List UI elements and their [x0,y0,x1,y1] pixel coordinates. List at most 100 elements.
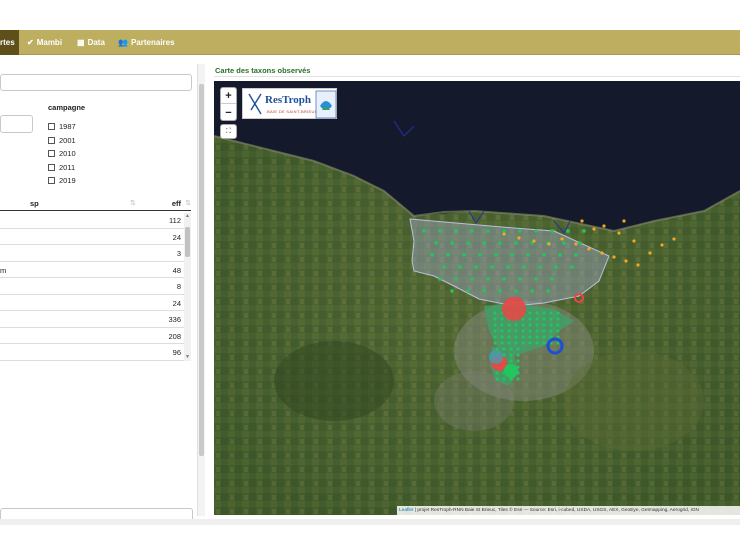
point-green[interactable] [507,341,511,345]
point-green[interactable] [514,341,518,345]
point-green[interactable] [493,317,497,321]
table-row[interactable]: 8 [0,278,191,295]
point-green[interactable] [516,377,520,381]
map-canvas[interactable] [214,81,740,515]
point-green[interactable] [549,317,553,321]
point-green[interactable] [528,311,532,315]
point-green[interactable] [493,341,497,345]
point-green[interactable] [486,229,490,233]
point-orange[interactable] [612,255,616,259]
point-green[interactable] [438,277,442,281]
point-green[interactable] [438,229,442,233]
campagne-checkbox-2011[interactable]: 2011 [48,163,75,172]
sort-icon[interactable]: ⇅ [185,199,191,207]
leaflet-link[interactable]: Leaflet [399,508,413,513]
campagne-checkbox-2019[interactable]: 2019 [48,176,76,185]
point-green[interactable] [482,241,486,245]
nav-item-data[interactable]: ▦ Data [77,30,105,55]
point-green[interactable] [549,311,553,315]
scroll-up-icon[interactable]: ▲ [184,213,191,220]
point-green[interactable] [506,265,510,269]
point-green[interactable] [510,253,514,257]
marker-large-red[interactable] [502,297,526,321]
point-green[interactable] [518,229,522,233]
fullscreen-button[interactable]: ⛶ [220,124,237,139]
table-row[interactable]: m 48 [0,262,191,278]
table-row[interactable]: 3 [0,245,191,262]
point-green[interactable] [526,253,530,257]
point-green[interactable] [474,265,478,269]
marker-green-blob[interactable] [504,364,518,378]
point-green[interactable] [582,229,586,233]
point-green[interactable] [450,241,454,245]
point-green[interactable] [528,323,532,327]
campagne-checkbox-1987[interactable]: 1987 [48,122,76,131]
table-scroll-thumb[interactable] [185,227,190,257]
point-green[interactable] [528,317,532,321]
point-green[interactable] [538,265,542,269]
scroll-down-icon[interactable]: ▼ [184,354,191,361]
point-green[interactable] [454,277,458,281]
col-header-sp[interactable]: sp [30,199,39,208]
table-row[interactable]: 24 [0,229,191,245]
point-green[interactable] [502,277,506,281]
point-green[interactable] [514,289,518,293]
point-green[interactable] [514,335,518,339]
point-green[interactable] [535,311,539,315]
point-green[interactable] [514,241,518,245]
point-green[interactable] [450,289,454,293]
table-scrollbar[interactable]: ▲ ▼ [184,213,191,361]
point-green[interactable] [516,347,520,351]
panel-scroll-thumb[interactable] [199,84,204,456]
point-green[interactable] [522,265,526,269]
point-green[interactable] [556,311,560,315]
point-green[interactable] [482,289,486,293]
marker-blue-ring[interactable] [546,337,564,355]
point-green[interactable] [556,317,560,321]
zoom-in-button[interactable]: + [221,88,236,104]
point-green[interactable] [434,241,438,245]
point-green[interactable] [535,341,539,345]
point-green[interactable] [466,289,470,293]
point-green[interactable] [500,341,504,345]
point-orange[interactable] [624,259,628,263]
col-header-eff[interactable]: eff [172,199,181,208]
point-green[interactable] [542,329,546,333]
campagne-checkbox-2010[interactable]: 2010 [48,149,76,158]
point-green[interactable] [507,323,511,327]
point-green[interactable] [495,371,499,375]
nav-item-cartes[interactable]: rtes [0,30,19,55]
point-green[interactable] [566,229,570,233]
point-green[interactable] [498,289,502,293]
numeric-input[interactable] [0,115,33,133]
point-green[interactable] [518,277,522,281]
point-green[interactable] [470,277,474,281]
point-green[interactable] [546,289,550,293]
table-row[interactable]: 96 [0,344,191,361]
point-green[interactable] [466,241,470,245]
point-green[interactable] [556,323,560,327]
table-row[interactable]: 112 [0,212,191,229]
point-green[interactable] [528,335,532,339]
point-green[interactable] [554,265,558,269]
point-green[interactable] [509,353,513,357]
point-green[interactable] [521,335,525,339]
point-green[interactable] [558,253,562,257]
point-green[interactable] [509,347,513,351]
point-green[interactable] [498,241,502,245]
point-green[interactable] [542,335,546,339]
campagne-checkbox-2001[interactable]: 2001 [48,136,76,145]
point-green[interactable] [500,329,504,333]
point-green[interactable] [500,317,504,321]
point-green[interactable] [570,265,574,269]
point-green[interactable] [470,229,474,233]
point-green[interactable] [490,265,494,269]
point-green[interactable] [502,377,506,381]
point-orange[interactable] [602,224,606,228]
point-green[interactable] [521,341,525,345]
point-orange[interactable] [648,251,652,255]
point-green[interactable] [528,329,532,333]
point-orange[interactable] [632,239,636,243]
point-green[interactable] [502,229,506,233]
point-green[interactable] [534,277,538,281]
